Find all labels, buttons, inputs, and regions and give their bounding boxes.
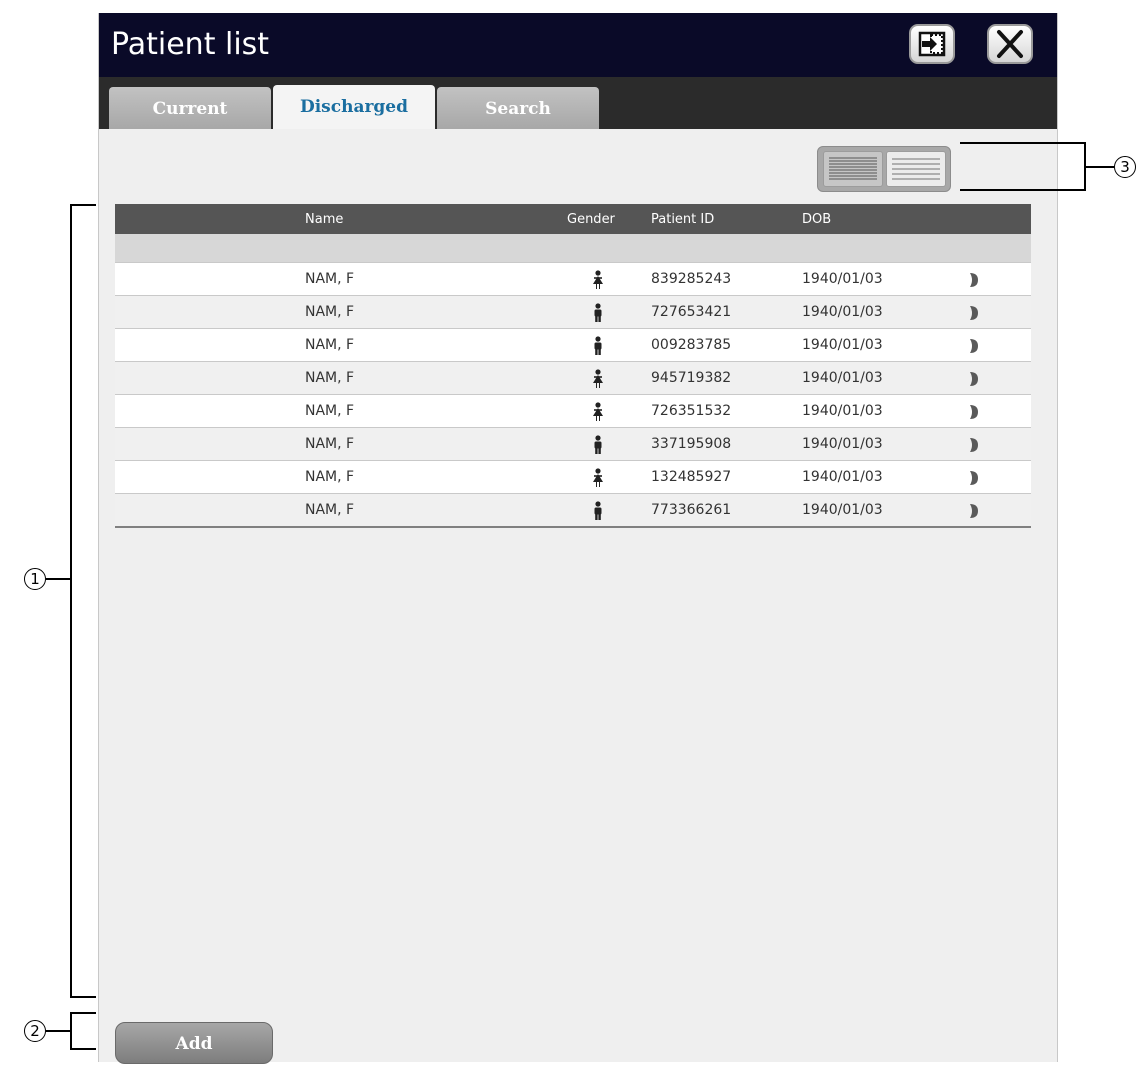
export-button[interactable]: [909, 24, 955, 64]
callout-leader-2: [46, 1030, 70, 1032]
dense-list-view-button[interactable]: [823, 151, 883, 187]
table-row[interactable]: NAM, F 337195908 1940/01/03: [115, 427, 1031, 460]
row-chevron-icon[interactable]: [969, 371, 979, 391]
row-chevron-icon[interactable]: [969, 404, 979, 424]
close-icon: [997, 30, 1023, 58]
column-header-name[interactable]: Name: [305, 212, 343, 227]
patient-id: 839285243: [651, 271, 732, 287]
patient-name: NAM, F: [305, 436, 355, 452]
content-area: Name Gender Patient ID DOB NAM, F 8392852…: [99, 129, 1057, 1064]
add-button[interactable]: Add: [115, 1022, 273, 1064]
callout-number-2: 2: [24, 1020, 46, 1042]
row-chevron-icon[interactable]: [969, 437, 979, 457]
patient-dob: 1940/01/03: [802, 436, 883, 452]
column-header-dob[interactable]: DOB: [802, 212, 831, 227]
callout-bracket-2: [70, 1012, 72, 1050]
table-row[interactable]: NAM, F 132485927 1940/01/03: [115, 460, 1031, 493]
patient-id: 727653421: [651, 304, 732, 320]
patient-dob: 1940/01/03: [802, 370, 883, 386]
callout-bracket-1-bottom: [70, 996, 96, 998]
table-row[interactable]: NAM, F 009283785 1940/01/03: [115, 328, 1031, 361]
wide-list-icon: [892, 158, 940, 180]
patient-id: 945719382: [651, 370, 732, 386]
row-chevron-icon[interactable]: [969, 470, 979, 490]
callout-leader-1: [46, 578, 70, 580]
patient-name: NAM, F: [305, 502, 355, 518]
patient-name: NAM, F: [305, 469, 355, 485]
row-chevron-icon[interactable]: [969, 503, 979, 523]
female-icon: [591, 270, 605, 294]
tab-current[interactable]: Current: [109, 87, 271, 131]
patient-id: 132485927: [651, 469, 732, 485]
table-header: Name Gender Patient ID DOB: [115, 204, 1031, 234]
dense-list-icon: [829, 157, 877, 180]
patient-dob: 1940/01/03: [802, 271, 883, 287]
row-chevron-icon[interactable]: [969, 305, 979, 325]
table-row[interactable]: NAM, F 727653421 1940/01/03: [115, 295, 1031, 328]
table-body: NAM, F 839285243 1940/01/03 NAM, F 727653421…: [115, 262, 1031, 526]
view-toggle: [817, 146, 951, 192]
callout-bracket-2-bottom: [70, 1048, 96, 1050]
patient-table: Name Gender Patient ID DOB NAM, F 8392852…: [115, 204, 1031, 528]
male-icon: [591, 501, 605, 525]
column-header-gender[interactable]: Gender: [567, 212, 615, 227]
tab-bar: Current Discharged Search: [99, 77, 1057, 131]
tab-discharged[interactable]: Discharged: [273, 85, 435, 131]
callout-leader-3: [1086, 166, 1114, 168]
table-row[interactable]: NAM, F 773366261 1940/01/03: [115, 493, 1031, 526]
patient-name: NAM, F: [305, 337, 355, 353]
patient-dob: 1940/01/03: [802, 403, 883, 419]
title-bar: Patient list: [99, 13, 1057, 77]
patient-id: 726351532: [651, 403, 732, 419]
patient-list-window: Patient list Current Discharged Search N…: [98, 13, 1058, 1064]
patient-dob: 1940/01/03: [802, 502, 883, 518]
patient-dob: 1940/01/03: [802, 304, 883, 320]
page-title: Patient list: [111, 27, 270, 62]
row-chevron-icon[interactable]: [969, 338, 979, 358]
table-row[interactable]: NAM, F 726351532 1940/01/03: [115, 394, 1031, 427]
callout-bracket-3-top: [960, 142, 1085, 144]
patient-name: NAM, F: [305, 403, 355, 419]
tab-search[interactable]: Search: [437, 87, 599, 131]
patient-id: 337195908: [651, 436, 732, 452]
table-filter-row: [115, 234, 1031, 262]
callout-number-1: 1: [24, 568, 46, 590]
callout-bracket-3-bottom: [960, 189, 1085, 191]
column-header-patient-id[interactable]: Patient ID: [651, 212, 714, 227]
table-row[interactable]: NAM, F 839285243 1940/01/03: [115, 262, 1031, 295]
callout-bracket-1: [70, 204, 72, 998]
callout-bracket-1-top: [70, 204, 96, 206]
patient-dob: 1940/01/03: [802, 337, 883, 353]
wide-list-view-button[interactable]: [886, 151, 946, 187]
table-row[interactable]: NAM, F 945719382 1940/01/03: [115, 361, 1031, 394]
male-icon: [591, 303, 605, 327]
patient-name: NAM, F: [305, 370, 355, 386]
callout-bracket-2-top: [70, 1012, 96, 1014]
patient-name: NAM, F: [305, 304, 355, 320]
female-icon: [591, 369, 605, 393]
export-icon: [918, 31, 946, 57]
callout-number-3: 3: [1114, 156, 1136, 178]
female-icon: [591, 468, 605, 492]
patient-id: 009283785: [651, 337, 732, 353]
female-icon: [591, 402, 605, 426]
male-icon: [591, 435, 605, 459]
row-chevron-icon[interactable]: [969, 272, 979, 292]
patient-id: 773366261: [651, 502, 732, 518]
patient-name: NAM, F: [305, 271, 355, 287]
patient-dob: 1940/01/03: [802, 469, 883, 485]
close-button[interactable]: [987, 24, 1033, 64]
male-icon: [591, 336, 605, 360]
